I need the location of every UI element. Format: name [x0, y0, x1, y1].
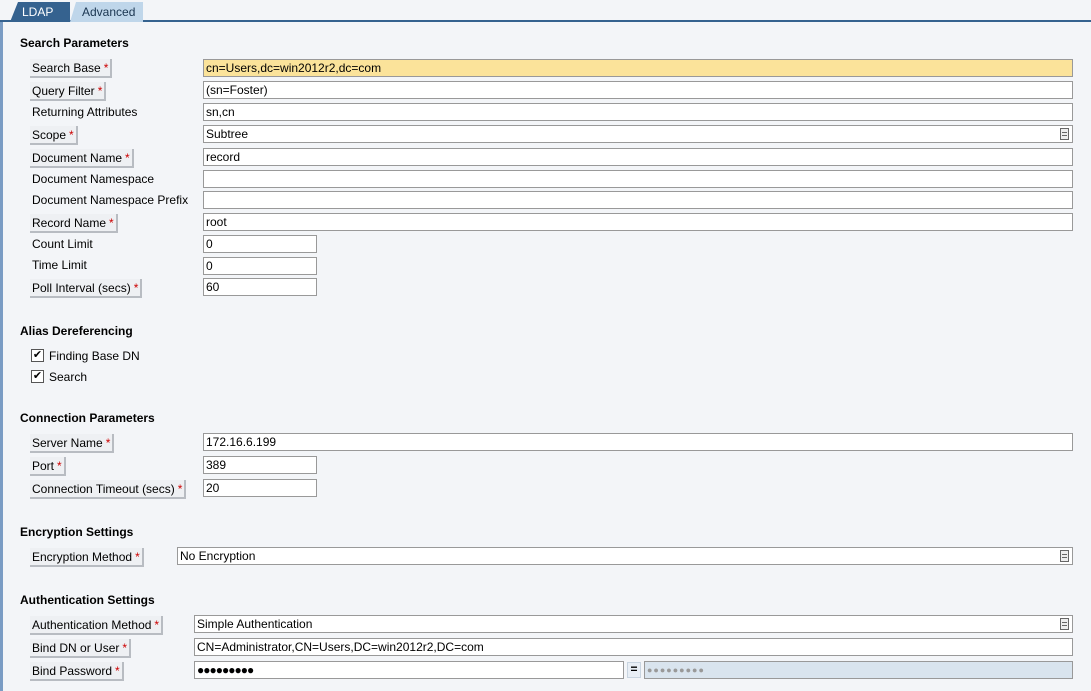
- time-limit-input[interactable]: 0: [203, 257, 317, 275]
- tab-advanced[interactable]: Advanced: [70, 2, 143, 22]
- count-limit-input[interactable]: 0: [203, 235, 317, 253]
- poll-interval-input[interactable]: 60: [203, 278, 317, 296]
- left-border: [0, 22, 3, 691]
- bind-dn-input[interactable]: CN=Administrator,CN=Users,DC=win2012r2,D…: [194, 638, 1073, 656]
- encryption-method-select[interactable]: No Encryption: [177, 547, 1073, 565]
- poll-interval-label[interactable]: Poll Interval (secs) *: [30, 279, 143, 298]
- section-connection-parameters: Connection Parameters: [20, 411, 155, 425]
- record-name-input[interactable]: root: [203, 213, 1073, 231]
- encryption-method-label[interactable]: Encryption Method *: [30, 548, 144, 567]
- returning-attributes-label: Returning Attributes: [32, 105, 138, 119]
- section-authentication-settings: Authentication Settings: [20, 593, 155, 607]
- finding-base-dn-checkbox[interactable]: ✔: [31, 349, 44, 362]
- port-label[interactable]: Port *: [30, 457, 66, 476]
- section-search-parameters: Search Parameters: [20, 36, 129, 50]
- finding-base-dn-label: Finding Base DN: [49, 349, 140, 363]
- connection-timeout-label[interactable]: Connection Timeout (secs) *: [30, 480, 187, 499]
- search-checkbox[interactable]: ✔: [31, 370, 44, 383]
- bind-dn-label[interactable]: Bind DN or User *: [30, 639, 132, 658]
- document-namespace-prefix-label: Document Namespace Prefix: [32, 193, 189, 207]
- search-base-label[interactable]: Search Base *: [30, 59, 113, 78]
- dropdown-icon[interactable]: [1060, 128, 1069, 140]
- query-filter-label[interactable]: Query Filter *: [30, 82, 107, 101]
- equals-icon: =: [627, 662, 641, 678]
- query-filter-input[interactable]: (sn=Foster): [203, 81, 1073, 99]
- document-namespace-prefix-input[interactable]: [203, 191, 1073, 209]
- document-namespace-input[interactable]: [203, 170, 1073, 188]
- authentication-method-label[interactable]: Authentication Method *: [30, 616, 164, 635]
- bind-password-label[interactable]: Bind Password *: [30, 662, 124, 681]
- server-name-input[interactable]: 172.16.6.199: [203, 433, 1073, 451]
- document-name-label[interactable]: Document Name *: [30, 149, 134, 168]
- confirm-password-input: ●●●●●●●●●: [644, 661, 1073, 679]
- server-name-label[interactable]: Server Name *: [30, 434, 115, 453]
- bind-password-input[interactable]: ●●●●●●●●●: [194, 661, 624, 679]
- time-limit-label: Time Limit: [32, 258, 87, 272]
- connection-timeout-input[interactable]: 20: [203, 479, 317, 497]
- dropdown-icon[interactable]: [1060, 618, 1069, 630]
- authentication-method-select[interactable]: Simple Authentication: [194, 615, 1073, 633]
- scope-select[interactable]: Subtree: [203, 125, 1073, 143]
- document-namespace-label: Document Namespace: [32, 172, 155, 186]
- tab-bar: LDAP Advanced: [0, 0, 1091, 22]
- section-alias-dereferencing: Alias Dereferencing: [20, 324, 133, 338]
- record-name-label[interactable]: Record Name *: [30, 214, 118, 233]
- section-encryption-settings: Encryption Settings: [20, 525, 134, 539]
- count-limit-label: Count Limit: [32, 237, 93, 251]
- returning-attributes-input[interactable]: sn,cn: [203, 103, 1073, 121]
- dropdown-icon[interactable]: [1060, 550, 1069, 562]
- search-label: Search: [49, 370, 88, 384]
- search-base-input[interactable]: cn=Users,dc=win2012r2,dc=com: [203, 59, 1073, 77]
- port-input[interactable]: 389: [203, 456, 317, 474]
- tab-ldap[interactable]: LDAP: [10, 2, 70, 22]
- document-name-input[interactable]: record: [203, 148, 1073, 166]
- scope-label[interactable]: Scope *: [30, 126, 78, 145]
